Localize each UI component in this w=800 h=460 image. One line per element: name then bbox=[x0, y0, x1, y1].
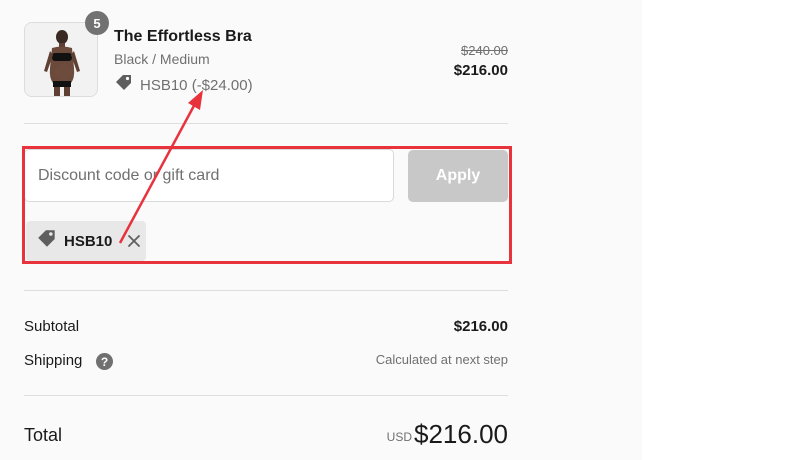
divider bbox=[24, 123, 508, 124]
discounted-price: $216.00 bbox=[453, 62, 508, 79]
product-title: The Effortless Bra bbox=[114, 28, 252, 45]
tag-icon bbox=[36, 228, 58, 255]
product-discount-text: HSB10 (-$24.00) bbox=[140, 76, 253, 94]
order-summary-panel: 5 The Effortless Bra Black / Medium HSB1… bbox=[0, 0, 642, 460]
discount-code-input[interactable] bbox=[24, 149, 394, 202]
model-image bbox=[25, 23, 97, 96]
applied-code-label: HSB10 bbox=[64, 232, 113, 250]
divider bbox=[24, 290, 508, 291]
product-thumbnail bbox=[24, 22, 98, 97]
quantity-badge: 5 bbox=[85, 11, 109, 35]
shipping-label: Shipping bbox=[24, 352, 83, 369]
product-variant: Black / Medium bbox=[114, 51, 210, 67]
subtotal-value: $216.00 bbox=[453, 318, 508, 335]
help-icon[interactable]: ? bbox=[96, 353, 113, 370]
tag-icon bbox=[114, 73, 134, 97]
applied-discount-chip: HSB10 bbox=[26, 221, 146, 261]
total-value: $216.00 bbox=[414, 419, 508, 449]
shipping-value: Calculated at next step bbox=[375, 352, 508, 367]
product-thumbnail-wrapper: 5 bbox=[24, 11, 109, 97]
currency-code: USD bbox=[386, 430, 412, 444]
total-label: Total bbox=[24, 425, 63, 445]
close-icon[interactable] bbox=[124, 231, 144, 251]
divider bbox=[24, 395, 508, 396]
original-price: $240.00 bbox=[461, 43, 508, 58]
apply-button[interactable]: Apply bbox=[408, 150, 508, 202]
product-discount-line: HSB10 (-$24.00) bbox=[114, 73, 253, 97]
subtotal-label: Subtotal bbox=[24, 318, 80, 335]
